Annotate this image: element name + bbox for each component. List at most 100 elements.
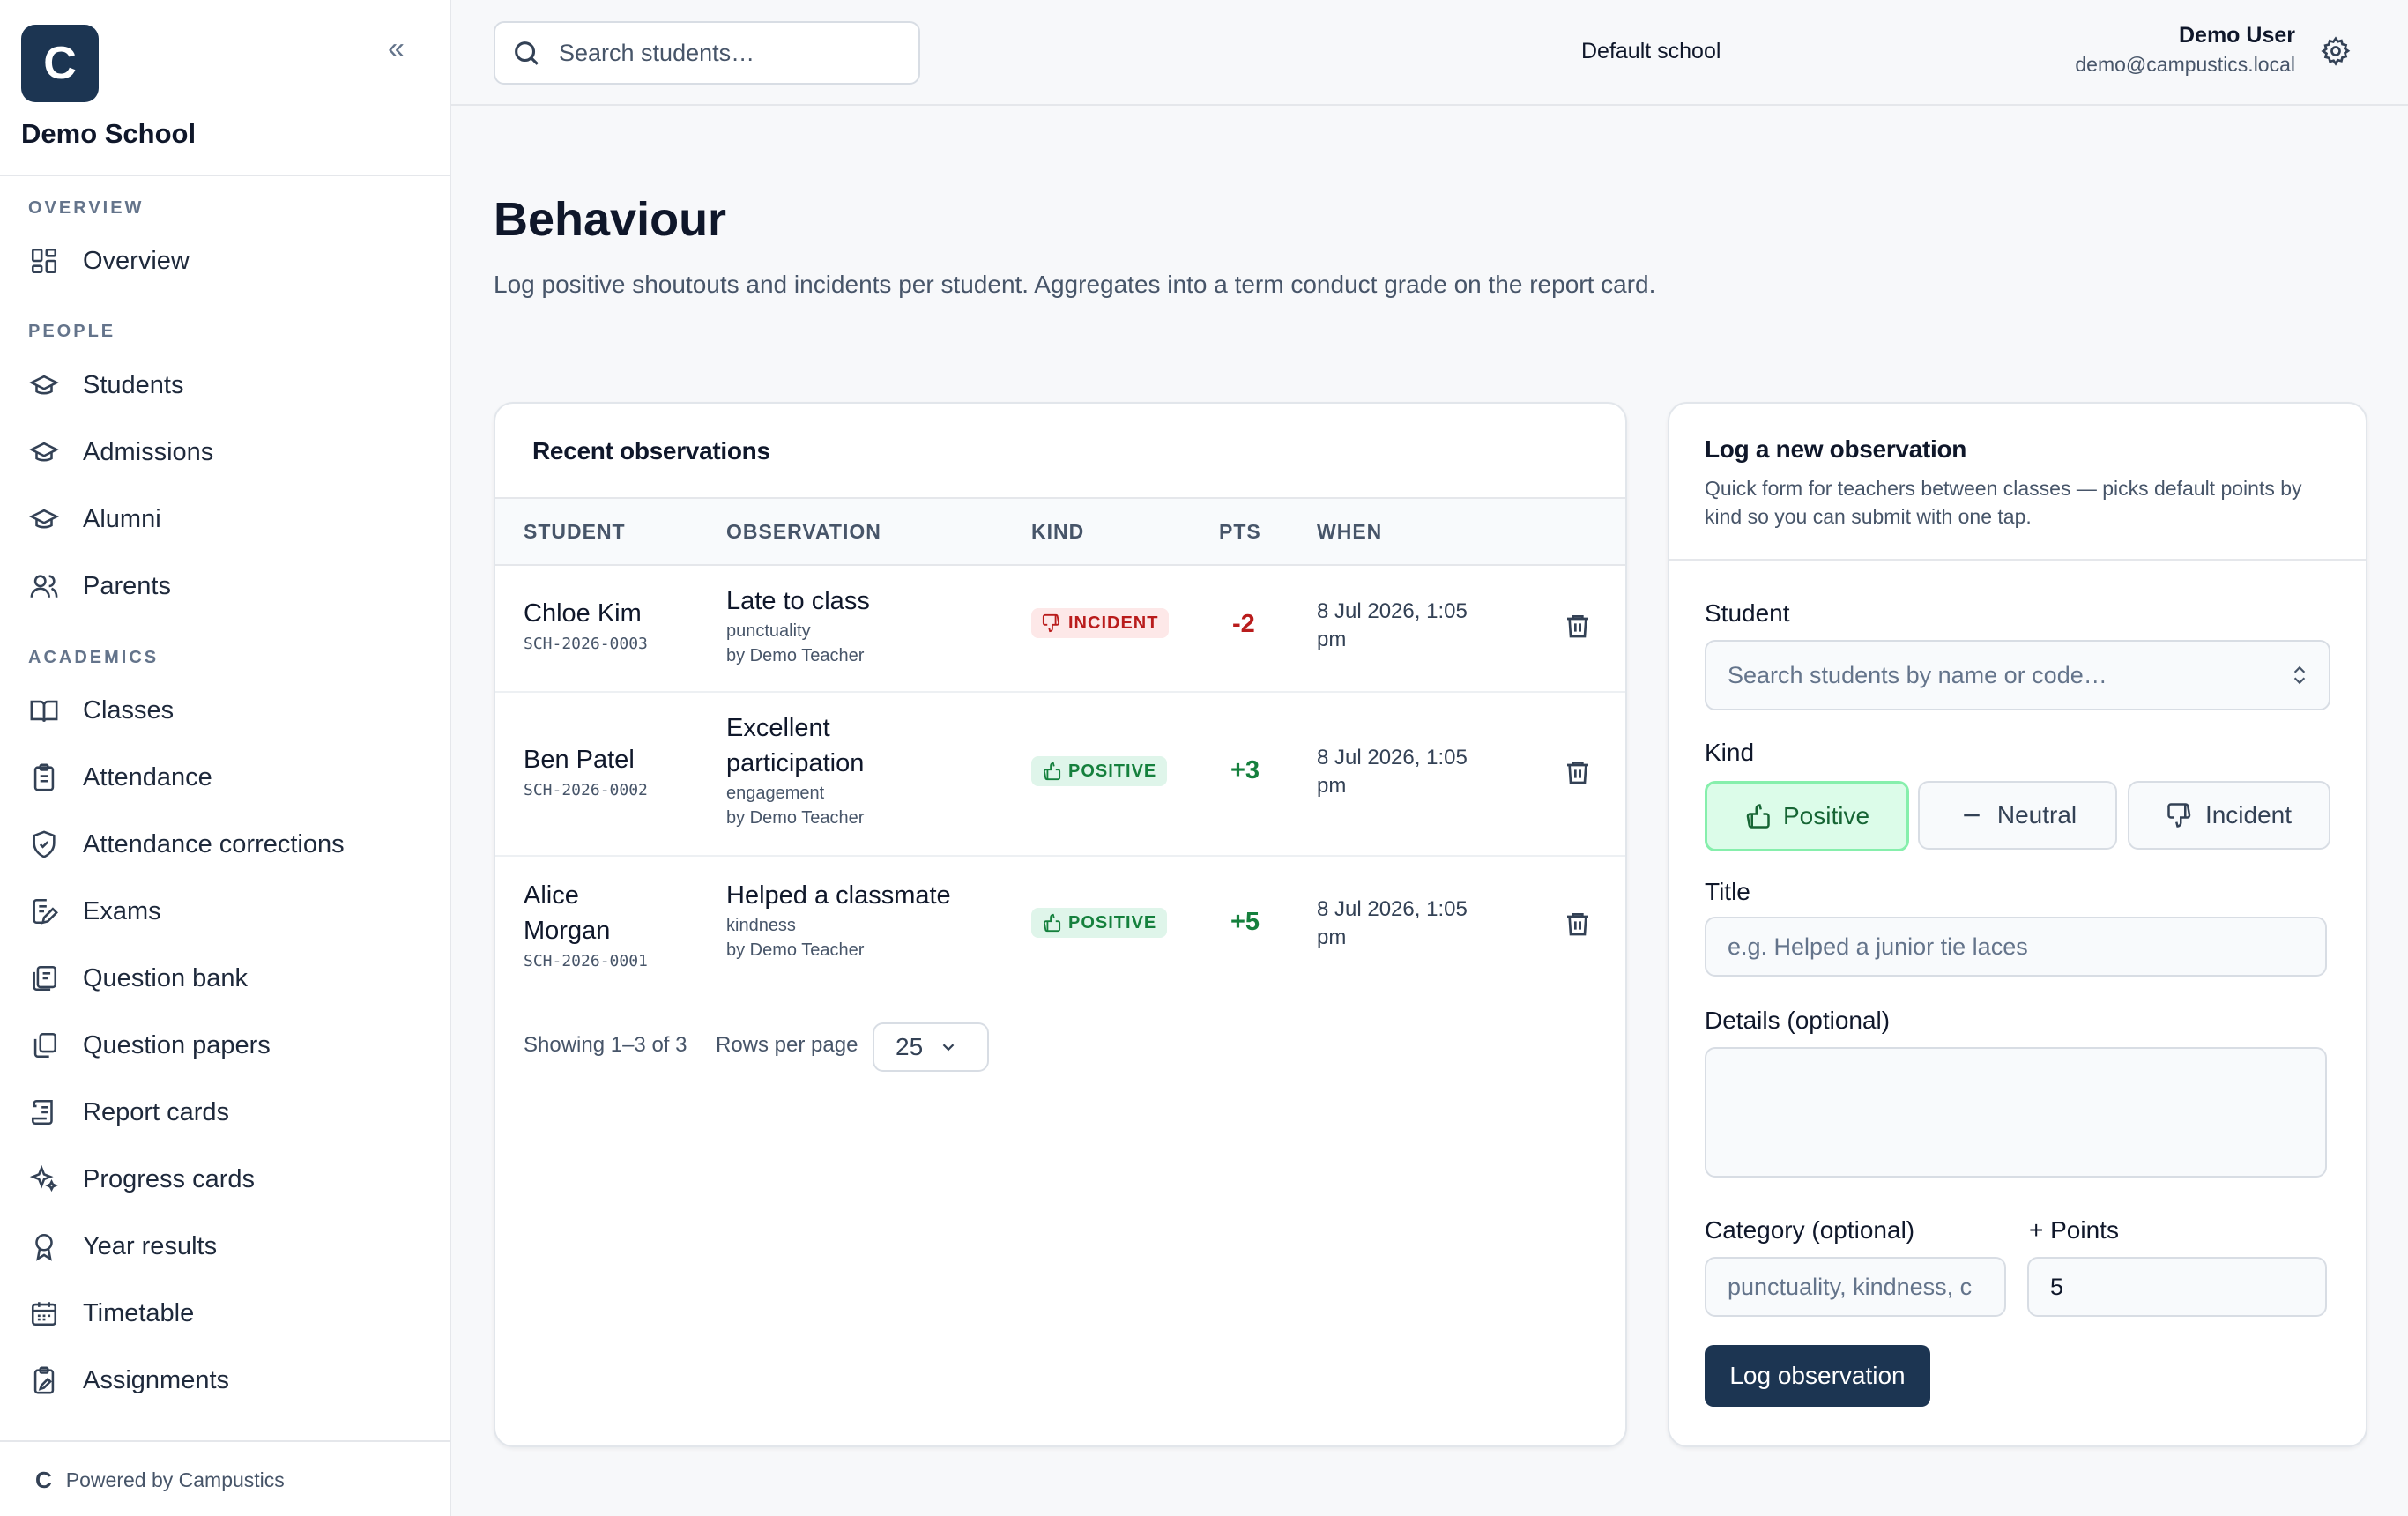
sidebar-item-label: Admissions bbox=[83, 437, 214, 466]
powered-by-text: Powered by Campustics bbox=[65, 1468, 285, 1491]
sidebar-item-label: Exams bbox=[83, 896, 161, 925]
settings-gear-icon[interactable] bbox=[2320, 35, 2352, 67]
sidebar-item-assignments[interactable]: Assignments bbox=[28, 1358, 229, 1402]
school-name: Demo School bbox=[21, 118, 197, 149]
points-value: -2 bbox=[1232, 610, 1255, 638]
category-label: Category (optional) bbox=[1705, 1216, 1915, 1244]
kind-incident-button[interactable]: Incident bbox=[2128, 781, 2330, 850]
school-logo[interactable]: C bbox=[21, 25, 99, 102]
pagination-info: Showing 1–3 of 3 bbox=[524, 1033, 687, 1057]
column-header-kind[interactable]: KIND bbox=[1031, 520, 1084, 544]
table-row[interactable]: Ben Patel SCH-2026-0002 Excellent partic… bbox=[495, 691, 1625, 857]
table-row[interactable]: Chloe Kim SCH-2026-0003 Late to class pu… bbox=[495, 562, 1625, 693]
sidebar-item-progress-cards[interactable]: Progress cards bbox=[28, 1157, 255, 1201]
title-label: Title bbox=[1705, 878, 1750, 905]
kind-label: Kind bbox=[1705, 739, 1755, 766]
column-header-pts[interactable]: PTS bbox=[1219, 520, 1261, 544]
sidebar-item-attendance-corrections[interactable]: Attendance corrections bbox=[28, 822, 345, 866]
rows-per-page-select[interactable]: 25 bbox=[873, 1022, 989, 1072]
sidebar-item-label: Question papers bbox=[83, 1030, 271, 1059]
graduation-cap-icon bbox=[28, 369, 60, 401]
delete-button[interactable] bbox=[1564, 910, 1592, 942]
clipboard-list-icon bbox=[28, 762, 60, 793]
chevron-down-icon bbox=[942, 1044, 955, 1052]
student-select-placeholder: Search students by name or code… bbox=[1728, 661, 2107, 688]
student-select[interactable]: Search students by name or code… bbox=[1705, 640, 2330, 710]
user-name[interactable]: Demo User bbox=[2179, 23, 2295, 48]
table-row[interactable]: Alice Morgan SCH-2026-0001 Helped a clas… bbox=[495, 855, 1625, 996]
school-switcher[interactable]: Default school bbox=[1581, 39, 1721, 64]
column-header-student[interactable]: STUDENT bbox=[524, 520, 626, 544]
sidebar-item-label: Parents bbox=[83, 571, 171, 600]
column-header-observation[interactable]: OBSERVATION bbox=[726, 520, 881, 544]
sidebar-item-attendance[interactable]: Attendance bbox=[28, 755, 212, 799]
rows-per-page-label: Rows per page bbox=[716, 1033, 858, 1057]
observation-category: punctuality bbox=[726, 621, 811, 641]
sidebar-item-timetable[interactable]: Timetable bbox=[28, 1291, 194, 1335]
observation-title: Late to class bbox=[726, 587, 870, 615]
details-label: Details (optional) bbox=[1705, 1007, 1891, 1034]
page-title: Behaviour bbox=[494, 193, 727, 246]
dashboard-icon bbox=[28, 245, 60, 277]
thumbs-down-icon bbox=[1042, 613, 1059, 633]
sparkles-icon bbox=[28, 1163, 60, 1195]
observation-cell: Late to class punctuality by Demo Teache… bbox=[726, 583, 870, 668]
sidebar-item-question-bank[interactable]: Question bank bbox=[28, 956, 248, 1000]
observation-category: engagement bbox=[726, 784, 825, 803]
kind-cell: POSITIVE bbox=[1031, 756, 1168, 786]
delete-button[interactable] bbox=[1564, 758, 1592, 791]
student-name[interactable]: Chloe Kim bbox=[524, 596, 648, 631]
kind-positive-button[interactable]: Positive bbox=[1705, 781, 1909, 851]
sidebar-item-students[interactable]: Students bbox=[28, 363, 183, 407]
sidebar-item-label: Attendance corrections bbox=[83, 829, 345, 858]
minus-icon bbox=[1964, 814, 1980, 817]
sidebar-item-label: Attendance bbox=[83, 762, 212, 791]
student-name[interactable]: Alice Morgan bbox=[524, 878, 638, 948]
log-observation-button[interactable]: Log observation bbox=[1705, 1345, 1930, 1407]
sidebar-item-report-cards[interactable]: Report cards bbox=[28, 1090, 229, 1134]
sidebar-item-admissions[interactable]: Admissions bbox=[28, 430, 213, 474]
student-code: SCH-2026-0003 bbox=[524, 635, 648, 653]
positive-badge: POSITIVE bbox=[1031, 908, 1168, 938]
student-name[interactable]: Ben Patel bbox=[524, 742, 648, 777]
kind-neutral-button[interactable]: Neutral bbox=[1918, 781, 2117, 850]
sidebar-item-label: Timetable bbox=[83, 1298, 195, 1327]
category-input[interactable] bbox=[1705, 1257, 2006, 1317]
shield-check-icon bbox=[28, 829, 60, 860]
campustics-logo-icon: C bbox=[35, 1466, 52, 1493]
points-value: +3 bbox=[1230, 756, 1260, 784]
observation-cell: Helped a classmate kindness by Demo Teac… bbox=[726, 878, 951, 962]
column-header-when[interactable]: WHEN bbox=[1317, 520, 1382, 544]
details-textarea[interactable] bbox=[1705, 1047, 2327, 1178]
library-icon bbox=[28, 962, 60, 994]
sidebar-item-overview[interactable]: Overview bbox=[28, 239, 190, 283]
observation-time: 8 Jul 2026, 1:05 pm bbox=[1317, 599, 1468, 651]
section-academics: ACADEMICS bbox=[28, 648, 160, 667]
observation-title: Helped a classmate bbox=[726, 881, 951, 910]
thumbs-up-icon bbox=[1746, 804, 1770, 829]
sidebar-item-exams[interactable]: Exams bbox=[28, 889, 161, 933]
collapse-sidebar-icon[interactable]: « bbox=[388, 32, 405, 66]
sidebar-item-question-papers[interactable]: Question papers bbox=[28, 1023, 271, 1067]
topbar: Default school Demo User demo@campustics… bbox=[451, 0, 2408, 106]
kind-label: POSITIVE bbox=[1068, 761, 1157, 781]
search-input[interactable] bbox=[557, 38, 896, 68]
book-open-icon bbox=[28, 695, 60, 726]
form-title: Log a new observation bbox=[1705, 435, 1967, 463]
sidebar-item-label: Progress cards bbox=[83, 1164, 256, 1193]
sidebar-item-label: Students bbox=[83, 370, 184, 399]
trash-icon bbox=[1567, 913, 1588, 936]
sidebar-item-label: Assignments bbox=[83, 1365, 230, 1394]
card-title: Recent observations bbox=[532, 437, 770, 464]
sidebar-item-classes[interactable]: Classes bbox=[28, 688, 174, 732]
observation-author: by Demo Teacher bbox=[726, 646, 865, 665]
points-input[interactable] bbox=[2027, 1257, 2327, 1317]
section-people: PEOPLE bbox=[28, 322, 116, 341]
sidebar-item-parents[interactable]: Parents bbox=[28, 564, 171, 608]
sidebar-footer: C Powered by Campustics bbox=[0, 1440, 450, 1516]
title-input[interactable] bbox=[1705, 917, 2327, 977]
sidebar-item-year-results[interactable]: Year results bbox=[28, 1224, 217, 1268]
sidebar-item-alumni[interactable]: Alumni bbox=[28, 497, 161, 541]
global-search[interactable] bbox=[494, 21, 920, 85]
delete-button[interactable] bbox=[1564, 612, 1592, 644]
